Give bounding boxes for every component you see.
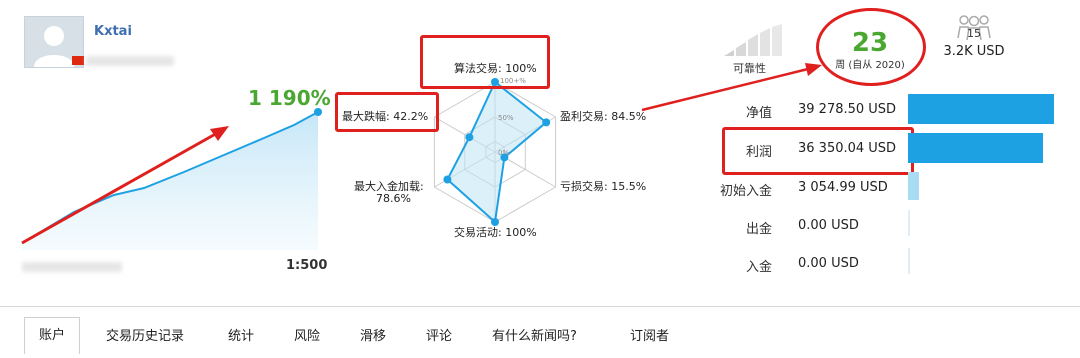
stat-bar xyxy=(908,94,1054,124)
stat-label: 入金 xyxy=(745,260,772,275)
stat-value: 3 054.99 USD xyxy=(798,180,888,195)
radar-point-drawdown xyxy=(465,133,474,142)
radar-chart: 100+% 50% 0% xyxy=(433,77,557,226)
stat-value: 0.00 USD xyxy=(798,218,859,233)
subscribers-block[interactable]: 15 3.2K USD xyxy=(938,14,1010,59)
radar-point-profit xyxy=(542,118,551,127)
radar-label-deposit-load-value: 78.6% xyxy=(376,192,411,205)
reliability-label: 可靠性 xyxy=(733,62,766,75)
stat-bar xyxy=(908,133,1043,163)
stat-bar xyxy=(908,210,910,236)
radar-label-activity: 交易活动: 100% xyxy=(454,226,537,239)
subscribers-icon: 15 xyxy=(938,14,1010,42)
subscribers-funds: 3.2K USD xyxy=(943,44,1005,59)
leverage: 1:500 xyxy=(286,258,328,273)
stat-label: 利润 xyxy=(745,145,772,160)
stat-label: 出金 xyxy=(745,222,772,237)
tab-slippage[interactable]: 滑移 xyxy=(360,325,386,344)
radar-label-loss: 亏损交易: 15.5% xyxy=(560,180,647,193)
stat-value: 0.00 USD xyxy=(798,256,859,271)
stat-value: 36 350.04 USD xyxy=(798,141,897,156)
highlight-algo xyxy=(420,35,550,89)
stat-label: 初始入金 xyxy=(719,184,772,199)
radar-ring-inner: 0% xyxy=(498,149,509,157)
user-subtitle-blurred xyxy=(86,56,174,66)
growth-end-point xyxy=(314,108,322,116)
weeks-block: 23 周 (自从 2020) xyxy=(822,28,918,71)
flag-icon xyxy=(72,56,84,65)
stat-label: 净值 xyxy=(745,106,772,121)
user-name[interactable]: Kxtai xyxy=(94,24,132,39)
stat-bar xyxy=(908,172,919,200)
tab-account[interactable]: 账户 xyxy=(24,317,81,354)
weeks-value: 23 xyxy=(851,28,889,58)
tab-trade-history[interactable]: 交易历史记录 xyxy=(106,325,184,344)
stat-bar xyxy=(908,248,910,274)
radar-ring-mid: 50% xyxy=(498,114,514,122)
tab-subscribers[interactable]: 订阅者 xyxy=(630,325,669,344)
tab-statistics[interactable]: 统计 xyxy=(228,325,254,344)
tab-bar: 账户 交易历史记录 统计 风险 滑移 评论 有什么新闻吗? 订阅者 xyxy=(0,306,1080,358)
growth-period-blurred xyxy=(22,262,122,272)
growth-chart xyxy=(21,108,322,250)
weeks-label: 周 (自从 2020) xyxy=(835,60,905,71)
tab-risk[interactable]: 风险 xyxy=(294,325,320,344)
tab-news[interactable]: 有什么新闻吗? xyxy=(492,325,577,344)
tab-reviews[interactable]: 评论 xyxy=(426,325,452,344)
reliability-bars-icon xyxy=(724,24,782,56)
highlight-drawdown xyxy=(335,92,439,132)
subscribers-count: 15 xyxy=(967,27,981,40)
stat-value: 39 278.50 USD xyxy=(798,102,897,117)
radar-point-deposit-load xyxy=(443,175,452,184)
radar-label-profit: 盈利交易: 84.5% xyxy=(560,110,647,123)
